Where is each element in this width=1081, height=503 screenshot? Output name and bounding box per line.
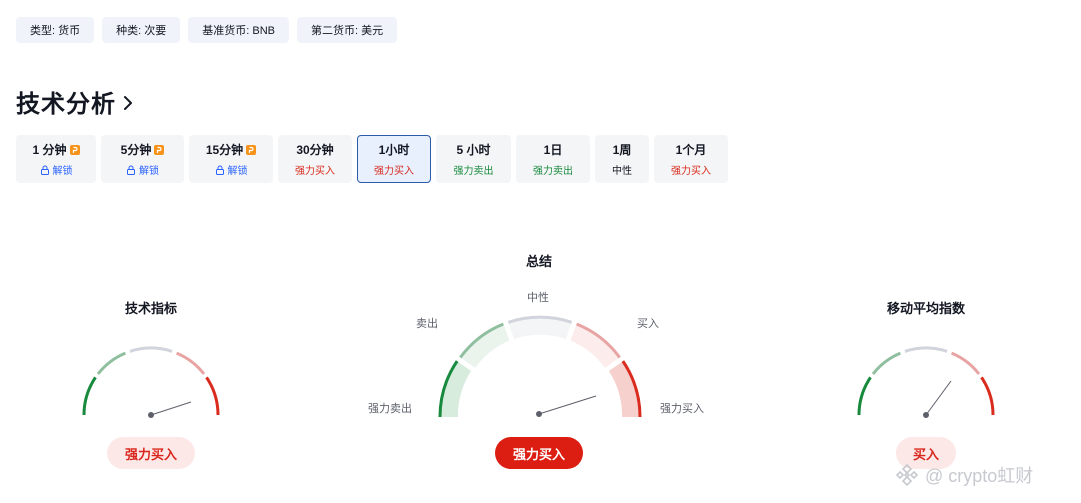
- summary-label-strong-buy: 强力买入: [660, 403, 704, 415]
- chevron-right-icon: [124, 95, 132, 110]
- summary-label-strong-sell: 强力卖出: [368, 403, 412, 415]
- moving-averages-gauge: [857, 346, 995, 418]
- tab-signal: 中性: [612, 166, 632, 177]
- tab-label: 1 分钟: [32, 143, 67, 157]
- pro-badge-icon: [154, 144, 165, 155]
- pro-badge-icon: [69, 144, 80, 155]
- tab-label: 1小时: [378, 143, 410, 157]
- tab-15min[interactable]: 15分钟 解锁: [189, 135, 273, 183]
- tab-signal: 强力卖出: [533, 166, 573, 177]
- tab-label: 5 小时: [456, 143, 491, 157]
- tab-label: 15分钟: [205, 143, 244, 157]
- moving-averages-gauge-title: 移动平均指数: [886, 301, 966, 316]
- indicators-result-badge: 强力买入: [107, 437, 195, 469]
- lock-icon: [215, 165, 224, 175]
- tab-1week[interactable]: 1周 中性: [595, 135, 649, 183]
- tab-label: 1个月: [675, 143, 707, 157]
- binance-logo-icon: [895, 463, 919, 487]
- tab-signal: 强力买入: [671, 166, 711, 177]
- unlock-label: 解锁: [227, 166, 248, 177]
- info-tags: 类型: 货币 种类: 次要 基准货币: BNB 第二货币: 美元: [16, 17, 398, 43]
- tag-type: 类型: 货币: [16, 17, 95, 43]
- watermark: @ crypto虹财: [894, 462, 1033, 488]
- technical-analysis-link[interactable]: 技术分析: [16, 84, 134, 119]
- tab-signal: 强力买入: [374, 166, 414, 177]
- indicators-gauge: [82, 346, 220, 418]
- tab-1min[interactable]: 1 分钟 解锁: [16, 135, 96, 183]
- lock-icon: [127, 165, 135, 175]
- tab-label: 30分钟: [296, 143, 334, 157]
- tab-30min[interactable]: 30分钟 强力买入: [278, 135, 352, 183]
- tab-5min[interactable]: 5分钟 解锁: [101, 135, 184, 183]
- timeframe-tabs: 1 分钟 解锁 5分钟 解锁 15分钟 解锁 30分钟 强力买入 1小时 强力买…: [16, 135, 728, 183]
- tag-base-currency: 基准货币: BNB: [188, 17, 289, 43]
- page-title: 技术分析: [16, 91, 116, 118]
- watermark-text: @ crypto虹财: [925, 466, 1034, 486]
- tab-1hour[interactable]: 1小时 强力买入: [357, 135, 431, 183]
- summary-label-neutral: 中性: [527, 292, 549, 304]
- tab-1month[interactable]: 1个月 强力买入: [654, 135, 728, 183]
- summary-gauge: [438, 315, 642, 418]
- indicators-gauge-title: 技术指标: [124, 301, 178, 316]
- tag-quote-currency: 第二货币: 美元: [296, 17, 398, 43]
- tag-category: 种类: 次要: [102, 17, 181, 43]
- tab-signal: 强力卖出: [453, 166, 494, 177]
- tab-5hour[interactable]: 5 小时 强力卖出: [436, 135, 511, 183]
- lock-icon: [40, 165, 49, 175]
- tab-label: 5分钟: [120, 143, 152, 157]
- unlock-label: 解锁: [139, 166, 159, 177]
- summary-gauge-title: 总结: [525, 254, 553, 269]
- pro-badge-icon: [246, 144, 257, 155]
- tab-1day[interactable]: 1日 强力卖出: [516, 135, 590, 183]
- tab-signal: 强力买入: [295, 166, 335, 177]
- tab-label: 1周: [612, 143, 632, 157]
- summary-result-badge: 强力买入: [495, 437, 583, 469]
- unlock-label: 解锁: [52, 166, 73, 177]
- tab-label: 1日: [543, 143, 563, 157]
